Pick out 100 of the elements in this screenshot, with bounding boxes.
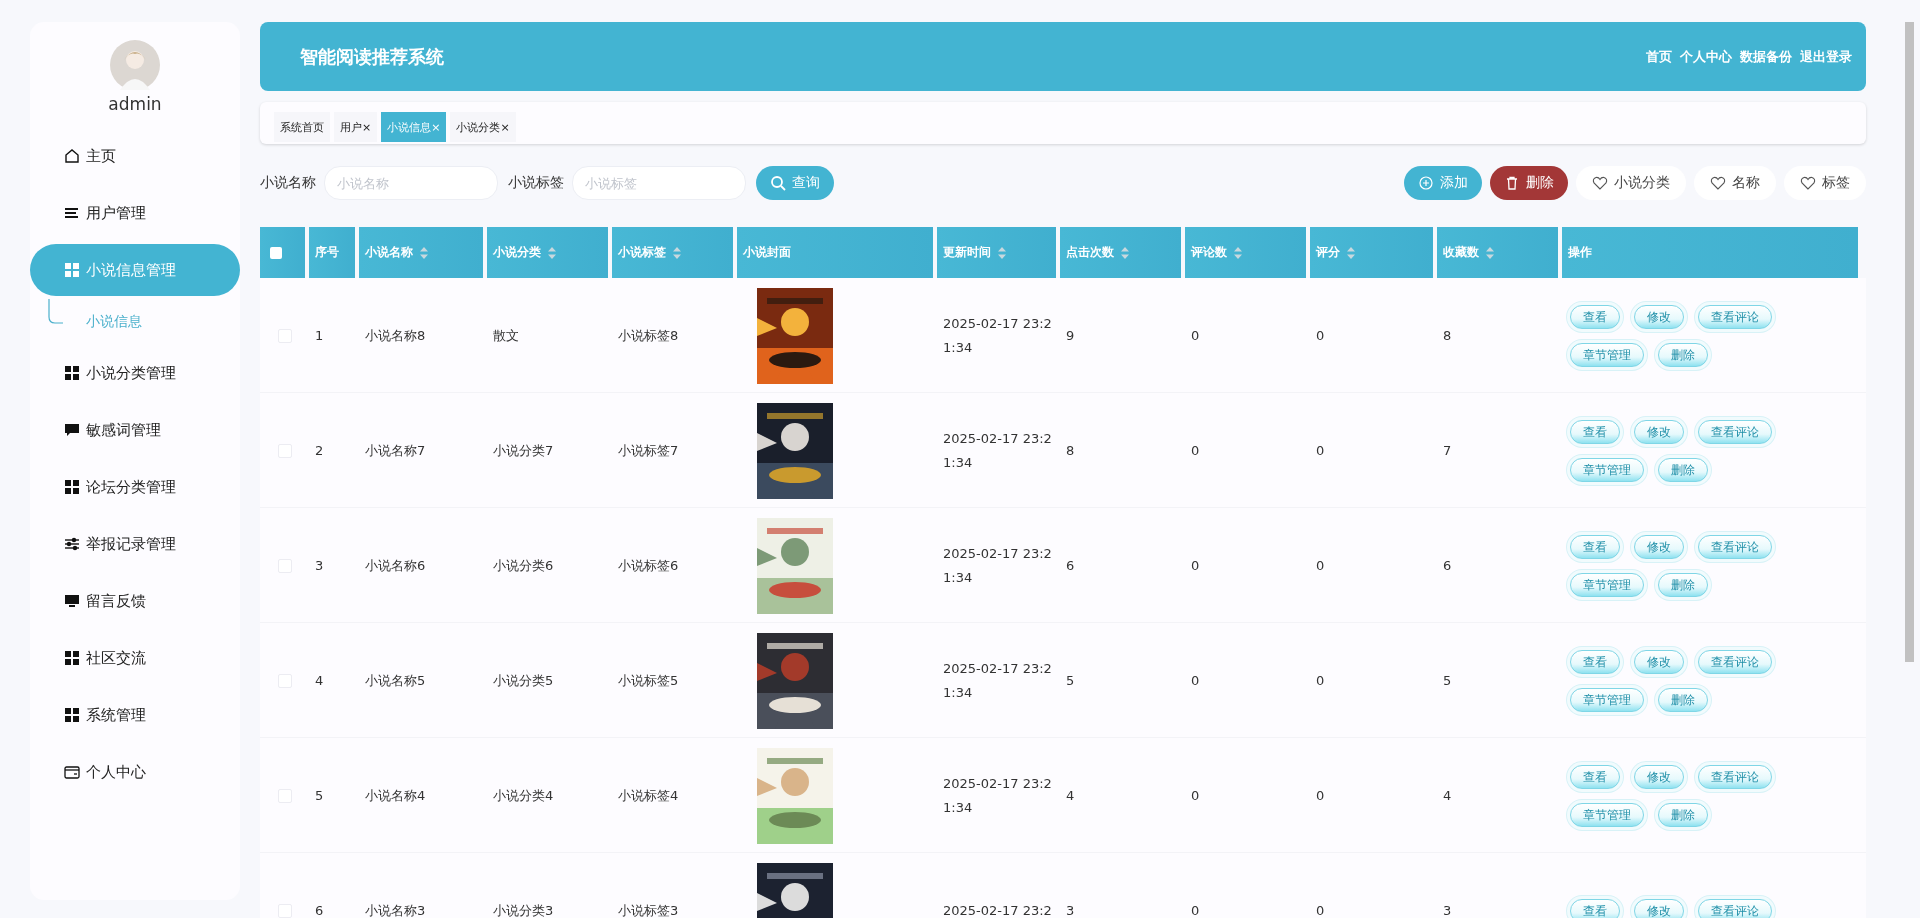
header-link[interactable]: 退出登录	[1800, 47, 1852, 66]
sort-icon[interactable]	[1346, 245, 1356, 260]
user-name: admin	[108, 94, 162, 114]
table-cell-text: 小说名称4	[364, 787, 427, 805]
table-cell-text: 2025-02-17 23:2	[942, 902, 1053, 918]
app-title: 智能阅读推荐系统	[300, 44, 444, 69]
table-cell-text: 0	[1190, 557, 1201, 575]
table-cell-text: 小说分类6	[492, 557, 555, 575]
table-cell-text: 小说名称3	[364, 902, 427, 918]
menu-item[interactable]: 系统管理	[30, 689, 240, 741]
table-cell-text: 5	[1065, 672, 1076, 690]
menu-item[interactable]: 社区交流	[30, 632, 240, 684]
menu-item[interactable]: 留言反馈	[30, 575, 240, 627]
sort-icon[interactable]	[672, 245, 682, 260]
add-button[interactable]: 添加	[1404, 166, 1482, 200]
table-cell-text: 小说分类4	[492, 787, 555, 805]
table-cell-text: 6	[314, 902, 325, 918]
table-cell-text: 2025-02-17 23:21:34	[942, 660, 1053, 702]
table-cell-text: 2025-02-17 23:21:34	[942, 430, 1053, 472]
table-cell-text: 小说标签3	[617, 902, 680, 918]
table-cell-text: 8	[1442, 327, 1453, 345]
search-field[interactable]: 小说标签	[572, 166, 746, 200]
menu-item[interactable]: 举报记录管理	[30, 518, 240, 570]
table-cell-text: 0	[1315, 672, 1326, 690]
wallet-icon	[64, 764, 80, 780]
column-header: 小说封面	[737, 227, 933, 278]
search-button[interactable]: 查询	[756, 166, 834, 200]
menu-item[interactable]: 敏感词管理	[30, 404, 240, 456]
table-cell-text: 3	[1442, 902, 1453, 918]
monitor-icon	[64, 593, 80, 609]
sort-icon[interactable]	[419, 245, 429, 260]
table-cell-text: 小说名称7	[364, 442, 427, 460]
sort-icon[interactable]	[1120, 245, 1130, 260]
table-cell-text: 6	[1065, 557, 1076, 575]
table-cell-text: 小说标签8	[617, 327, 680, 345]
avatar	[110, 40, 160, 90]
sort-icon[interactable]	[1485, 245, 1495, 260]
table-cell-text: 2025-02-17 23:21:34	[942, 315, 1053, 357]
filter-button[interactable]: 标签	[1784, 166, 1866, 200]
column-header: 评分	[1310, 227, 1433, 278]
column-header: 点击次数	[1060, 227, 1181, 278]
delete-button[interactable]: 删除	[1490, 166, 1568, 200]
filter-button[interactable]: 小说分类	[1576, 166, 1686, 200]
column-header: 更新时间	[937, 227, 1056, 278]
menu-item[interactable]: 主页	[30, 130, 240, 182]
grid-icon	[64, 650, 80, 666]
table-cell-text: 0	[1190, 442, 1201, 460]
menu-item[interactable]: 小说分类管理	[30, 347, 240, 399]
tab[interactable]: 用户×	[334, 112, 378, 142]
menu-item[interactable]: 个人中心	[30, 746, 240, 798]
table-cell-text: 3	[314, 557, 325, 575]
select-all-checkbox[interactable]	[270, 246, 282, 259]
table-cell-text: 0	[1190, 672, 1201, 690]
table-cell-text: 2	[314, 442, 325, 460]
column-header: 操作	[1562, 227, 1858, 278]
table-cell-text: 1	[314, 327, 325, 345]
search-field[interactable]: 小说名称	[324, 166, 498, 200]
table-cell-text: 小说名称6	[364, 557, 427, 575]
table-cell-text: 小说标签7	[617, 442, 680, 460]
field-label: 小说名称	[260, 174, 316, 192]
table-cell-text: 0	[1315, 327, 1326, 345]
menu-item[interactable]: 论坛分类管理	[30, 461, 240, 513]
table-cell-text: 小说分类5	[492, 672, 555, 690]
sort-icon[interactable]	[1233, 245, 1243, 260]
table-cell-text: 0	[1315, 442, 1326, 460]
table-cell-text: 4	[1442, 787, 1453, 805]
heart-icon	[1592, 175, 1608, 191]
table-cell-text: 0	[1190, 787, 1201, 805]
header-link[interactable]: 首页	[1646, 47, 1672, 66]
table-cell-text: 小说名称8	[364, 327, 427, 345]
search-icon	[770, 175, 786, 191]
table-cell-text: 4	[314, 672, 325, 690]
table-cell-text: 小说分类3	[492, 902, 555, 918]
filter-button[interactable]: 名称	[1694, 166, 1776, 200]
heart-icon	[1710, 175, 1726, 191]
table-cell-text: 7	[1442, 442, 1453, 460]
sort-icon[interactable]	[997, 245, 1007, 260]
tab[interactable]: 小说分类×	[450, 112, 516, 142]
chat-icon	[64, 422, 80, 438]
menu-item[interactable]: 用户管理	[30, 187, 240, 239]
tab[interactable]: 小说信息×	[381, 112, 447, 142]
table-cell-text: 散文	[492, 327, 520, 345]
scrollbar[interactable]	[1905, 22, 1914, 662]
table-cell-text: 8	[1065, 442, 1076, 460]
table-cell-text: 2025-02-17 23:21:34	[942, 775, 1053, 817]
table-cell-text: 5	[1442, 672, 1453, 690]
table-cell-text: 小说标签4	[617, 787, 680, 805]
heart-icon	[1800, 175, 1816, 191]
sort-icon[interactable]	[547, 245, 557, 260]
table-cell-text: 小说分类7	[492, 442, 555, 460]
header-link[interactable]: 数据备份	[1740, 47, 1792, 66]
tab[interactable]: 系统首页	[274, 112, 330, 142]
trash-icon	[1504, 175, 1520, 191]
submenu-item[interactable]: 小说信息	[86, 313, 142, 331]
table-cell-text: 小说标签6	[617, 557, 680, 575]
column-header: 评论数	[1185, 227, 1306, 278]
menu-item[interactable]: 小说信息管理	[30, 244, 240, 296]
table-cell-text: 5	[314, 787, 325, 805]
header-link[interactable]: 个人中心	[1680, 47, 1732, 66]
grid-icon	[64, 262, 80, 278]
